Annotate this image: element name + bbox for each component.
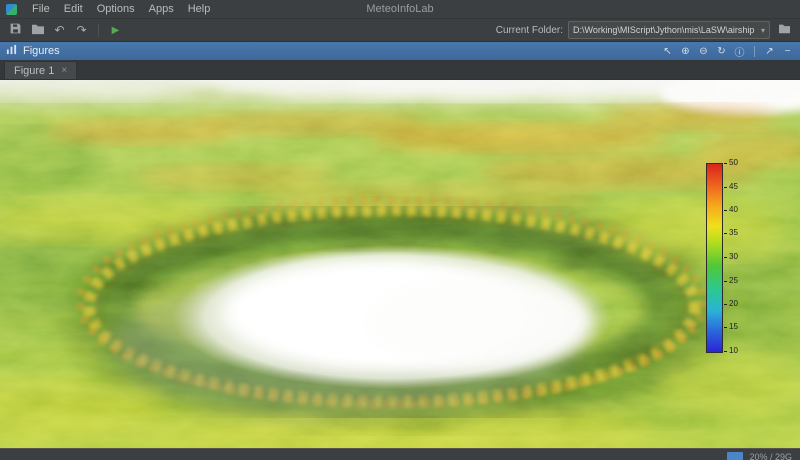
menu-options[interactable]: Options [90, 3, 142, 15]
colorbar-tick: 45 [724, 183, 738, 191]
colorbar-tick: 25 [724, 277, 738, 285]
redo-button[interactable]: ↷ [72, 21, 91, 39]
colorbar-tick: 10 [724, 347, 738, 355]
run-script-button[interactable]: ▶ [106, 21, 125, 39]
menu-bar: MeteoInfoLab File Edit Options Apps Help [0, 0, 800, 19]
tab-label: Figure 1 [14, 64, 55, 77]
current-folder-label: Current Folder: [495, 24, 563, 36]
figures-panel-title: Figures [23, 45, 60, 57]
memory-indicator[interactable] [727, 452, 744, 460]
browse-folder-icon [778, 23, 791, 37]
menu-edit[interactable]: Edit [57, 3, 90, 15]
zoom-in-icon[interactable]: ⊕ [679, 46, 692, 57]
save-icon [9, 22, 22, 38]
figure-tab-bar: Figure 1 × [0, 60, 800, 80]
open-button[interactable] [28, 21, 47, 39]
save-button[interactable] [6, 21, 25, 39]
colorbar-tick: 50 [724, 159, 738, 167]
colorbar-tick: 35 [724, 229, 738, 237]
figure-area: 50 45 40 35 30 25 20 15 10 [0, 80, 800, 448]
menu-file[interactable]: File [25, 3, 57, 15]
undo-icon: ↶ [54, 23, 65, 37]
menu-apps[interactable]: Apps [142, 3, 181, 15]
toolbar-separator [98, 23, 99, 37]
colorbar-tick: 40 [724, 206, 738, 214]
colorbar-tick: 15 [724, 323, 738, 331]
current-folder-group: Current Folder: D:\Working\MIScript\Jyth… [496, 21, 794, 39]
main-toolbar: ↶ ↷ ▶ Current Folder: D:\Working\MIScrip… [0, 19, 800, 42]
minimize-panel-icon[interactable]: − [781, 46, 794, 57]
rotate-icon[interactable]: ↻ [715, 46, 728, 57]
undo-button[interactable]: ↶ [50, 21, 69, 39]
colorbar-tick: 30 [724, 253, 738, 261]
colorbar-tick: 20 [724, 300, 738, 308]
info-icon[interactable]: ⓘ [733, 44, 746, 59]
surface-plot-3d[interactable] [0, 80, 800, 448]
close-tab-icon[interactable]: × [61, 65, 67, 76]
colorbar [706, 163, 723, 353]
tab-figure-1[interactable]: Figure 1 × [4, 61, 78, 79]
app-logo-icon [6, 3, 17, 15]
colorbar-ticks: 50 45 40 35 30 25 20 15 10 [724, 159, 752, 355]
figures-panel-icon [6, 42, 17, 60]
current-folder-value: D:\Working\MIScript\Jython\mis\LaSW\airs… [573, 25, 755, 35]
figures-panel-header: Figures ↖ ⊕ ⊖ ↻ ⓘ ↗ − [0, 42, 800, 60]
figure-toolbar: ↖ ⊕ ⊖ ↻ ⓘ ↗ − [661, 44, 794, 59]
header-separator [754, 45, 755, 57]
meteoinfolab-window: MeteoInfoLab File Edit Options Apps Help… [0, 0, 800, 460]
current-folder-combobox[interactable]: D:\Working\MIScript\Jython\mis\LaSW\airs… [568, 21, 770, 39]
float-window-icon[interactable]: ↗ [763, 46, 776, 57]
status-bar: 20% / 29G [0, 448, 800, 460]
redo-icon: ↷ [76, 23, 87, 37]
menu-help[interactable]: Help [181, 3, 218, 15]
folder-icon [31, 23, 45, 38]
pointer-tool-icon[interactable]: ↖ [661, 46, 674, 57]
run-icon: ▶ [111, 24, 120, 36]
zoom-out-icon[interactable]: ⊖ [697, 46, 710, 57]
chevron-down-icon[interactable]: ▾ [761, 26, 765, 35]
browse-folder-button[interactable] [775, 21, 794, 39]
memory-usage-text: 20% / 29G [749, 451, 792, 460]
